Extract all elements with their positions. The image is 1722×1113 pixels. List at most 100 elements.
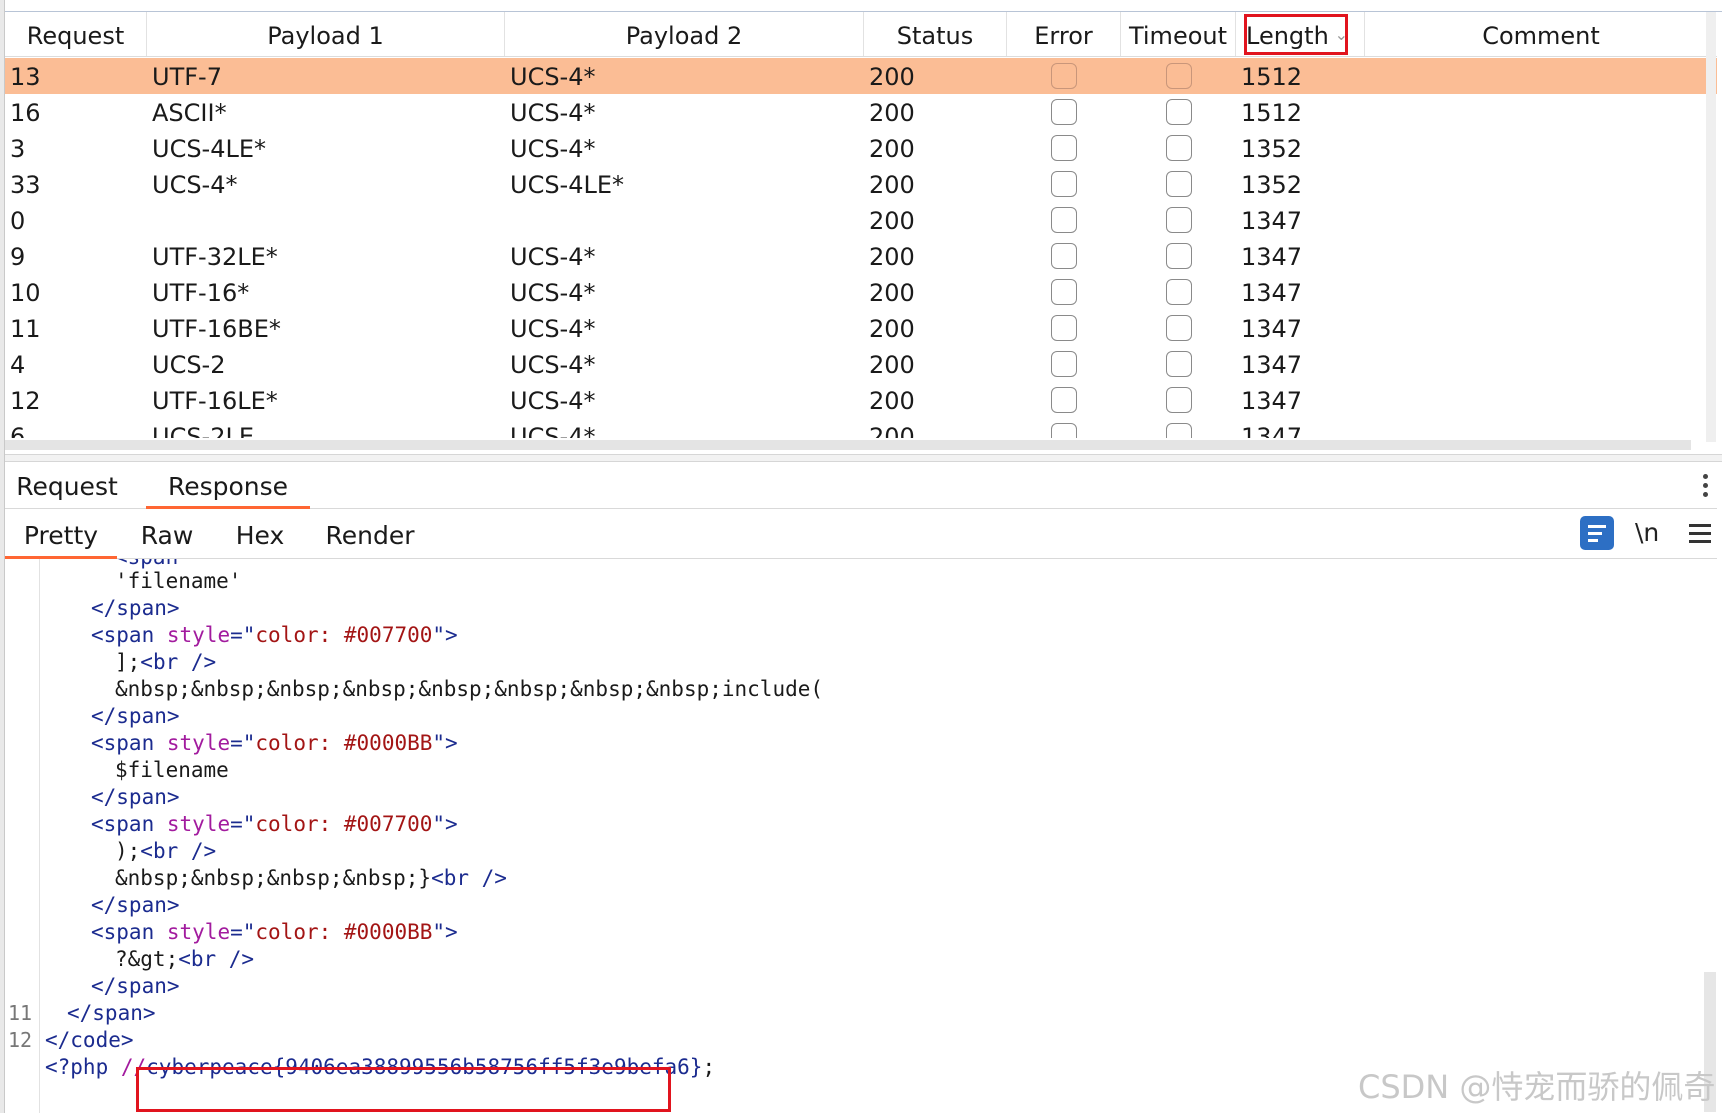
checkbox-icon[interactable]	[1165, 387, 1192, 413]
code-token: //	[120, 1055, 147, 1079]
code-token: </span>	[91, 704, 180, 728]
table-row[interactable]: 13 UTF-7 UCS-4* 200 1512	[5, 58, 1717, 94]
checkbox-icon[interactable]	[1051, 387, 1077, 413]
error-checkbox[interactable]	[1007, 130, 1121, 166]
tab-hex[interactable]: Hex	[220, 510, 300, 558]
error-checkbox[interactable]	[1007, 418, 1121, 438]
table-row[interactable]: 10 UTF-16* UCS-4* 200 1347	[5, 274, 1717, 310]
results-table: Request Payload 1 Payload 2 Status Error…	[0, 0, 1722, 450]
code-token: </span>	[91, 785, 180, 809]
cell-request: 16	[10, 99, 41, 127]
cell-payload2: UCS-4*	[510, 387, 596, 415]
table-row[interactable]: 16 ASCII* UCS-4* 200 1512	[5, 94, 1717, 130]
timeout-checkbox[interactable]	[1121, 202, 1236, 238]
checkbox-icon[interactable]	[1051, 99, 1077, 125]
column-header-length[interactable]: Length ⌄	[1236, 12, 1365, 56]
checkbox-icon[interactable]	[1165, 99, 1192, 125]
error-checkbox[interactable]	[1007, 166, 1121, 202]
code-token: ;	[702, 1055, 716, 1079]
table-row[interactable]: 12 UTF-16LE* UCS-4* 200 1347	[5, 382, 1717, 418]
checkbox-icon[interactable]	[1165, 243, 1192, 269]
column-header-error[interactable]: Error	[1007, 12, 1121, 56]
code-token: <span	[91, 731, 155, 755]
checkbox-icon[interactable]	[1051, 171, 1077, 197]
checkbox-icon[interactable]	[1165, 207, 1192, 233]
cell-status: 200	[869, 99, 915, 127]
checkbox-icon[interactable]	[1165, 135, 1192, 161]
checkbox-icon[interactable]	[1165, 315, 1192, 341]
code-token: </span>	[91, 893, 180, 917]
tab-pretty[interactable]: Pretty	[5, 510, 117, 559]
cell-comment	[1365, 130, 1717, 166]
column-header-status[interactable]: Status	[864, 12, 1007, 56]
checkbox-icon[interactable]	[1165, 423, 1192, 438]
error-checkbox[interactable]	[1007, 274, 1121, 310]
timeout-checkbox[interactable]	[1121, 346, 1236, 382]
table-row[interactable]: 33 UCS-4* UCS-4LE* 200 1352	[5, 166, 1717, 202]
word-wrap-icon[interactable]	[1580, 516, 1614, 550]
timeout-checkbox[interactable]	[1121, 94, 1236, 130]
tab-response[interactable]: Response	[146, 462, 310, 509]
code-token: 'filename'	[115, 569, 242, 593]
table-row[interactable]: 4 UCS-2 UCS-4* 200 1347	[5, 346, 1717, 382]
table-horizontal-scrollbar[interactable]	[5, 440, 1691, 450]
panel-splitter[interactable]	[0, 454, 1722, 462]
checkbox-icon[interactable]	[1051, 351, 1077, 377]
checkbox-icon[interactable]	[1165, 171, 1192, 197]
menu-icon[interactable]	[1689, 524, 1711, 548]
error-checkbox[interactable]	[1007, 202, 1121, 238]
cell-comment	[1365, 238, 1717, 274]
timeout-checkbox[interactable]	[1121, 166, 1236, 202]
timeout-checkbox[interactable]	[1121, 238, 1236, 274]
cell-length: 1347	[1241, 315, 1303, 343]
table-row[interactable]: 9 UTF-32LE* UCS-4* 200 1347	[5, 238, 1717, 274]
error-checkbox[interactable]	[1007, 310, 1121, 346]
tab-raw[interactable]: Raw	[127, 510, 207, 558]
checkbox-icon[interactable]	[1165, 279, 1192, 305]
checkbox-icon[interactable]	[1051, 207, 1077, 233]
checkbox-icon[interactable]	[1051, 315, 1077, 341]
checkbox-icon[interactable]	[1165, 63, 1192, 89]
checkbox-icon[interactable]	[1051, 423, 1077, 438]
code-token: <span	[91, 812, 155, 836]
cell-length: 1347	[1241, 351, 1303, 379]
code-line: </span>	[91, 594, 180, 622]
timeout-checkbox[interactable]	[1121, 274, 1236, 310]
checkbox-icon[interactable]	[1051, 243, 1077, 269]
tab-request[interactable]: Request	[5, 462, 129, 508]
column-header-timeout[interactable]: Timeout	[1121, 12, 1236, 56]
column-header-request[interactable]: Request	[5, 12, 147, 56]
cell-length: 1347	[1241, 423, 1303, 438]
timeout-checkbox[interactable]	[1121, 382, 1236, 418]
column-header-payload2[interactable]: Payload 2	[505, 12, 864, 56]
response-code-view[interactable]: <span 'filename' </span> <span style="co…	[5, 559, 1717, 1113]
column-header-payload1[interactable]: Payload 1	[147, 12, 505, 56]
table-row[interactable]: 3 UCS-4LE* UCS-4* 200 1352	[5, 130, 1717, 166]
timeout-checkbox[interactable]	[1121, 418, 1236, 438]
error-checkbox[interactable]	[1007, 238, 1121, 274]
error-checkbox[interactable]	[1007, 346, 1121, 382]
checkbox-icon[interactable]	[1051, 279, 1077, 305]
code-token: <br />	[178, 947, 255, 971]
code-token: ="	[230, 920, 256, 944]
show-newlines-button[interactable]: \n	[1635, 518, 1659, 547]
table-row[interactable]: 0 200 1347	[5, 202, 1717, 238]
checkbox-icon[interactable]	[1051, 135, 1077, 161]
code-line: ];<br />	[115, 648, 216, 676]
timeout-checkbox[interactable]	[1121, 58, 1236, 94]
table-vertical-scrollbar[interactable]	[1706, 12, 1716, 442]
timeout-checkbox[interactable]	[1121, 130, 1236, 166]
cell-payload1: UTF-7	[152, 63, 222, 91]
more-options-icon[interactable]	[1701, 474, 1709, 501]
column-header-comment[interactable]: Comment	[1365, 12, 1717, 56]
checkbox-icon[interactable]	[1165, 351, 1192, 377]
error-checkbox[interactable]	[1007, 382, 1121, 418]
table-row[interactable]: 6 UCS-2LE UCS-4* 200 1347	[5, 418, 1717, 438]
checkbox-icon[interactable]	[1051, 63, 1077, 89]
error-checkbox[interactable]	[1007, 94, 1121, 130]
timeout-checkbox[interactable]	[1121, 310, 1236, 346]
tab-render[interactable]: Render	[315, 510, 425, 558]
error-checkbox[interactable]	[1007, 58, 1121, 94]
table-row[interactable]: 11 UTF-16BE* UCS-4* 200 1347	[5, 310, 1717, 346]
cell-request: 0	[10, 207, 26, 235]
